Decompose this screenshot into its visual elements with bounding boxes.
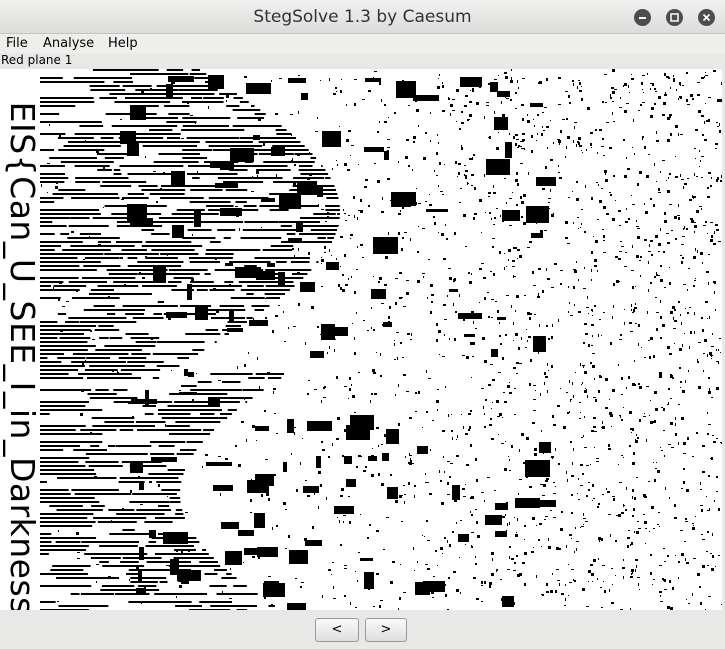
- image-viewer: EIS{Can_U_SEE_I_in_Darkness}: [0, 69, 722, 610]
- menu-analyse[interactable]: Analyse: [43, 34, 94, 53]
- window-title: StegSolve 1.3 by Caesum: [253, 7, 472, 27]
- menu-file[interactable]: File: [6, 34, 28, 53]
- next-plane-button[interactable]: >: [365, 618, 407, 642]
- bit-plane-image: [40, 69, 722, 610]
- menu-help[interactable]: Help: [108, 34, 138, 53]
- navigation-bar: < >: [0, 610, 725, 649]
- title-bar: StegSolve 1.3 by Caesum: [0, 0, 725, 34]
- hidden-flag-text: EIS{Can_U_SEE_I_in_Darkness}: [3, 101, 42, 610]
- previous-plane-button[interactable]: <: [315, 618, 359, 642]
- menu-bar: File Analyse Help: [0, 34, 725, 53]
- close-icon[interactable]: [698, 9, 715, 26]
- maximize-icon[interactable]: [666, 9, 683, 26]
- plane-label: Red plane 1: [1, 53, 73, 67]
- minimize-icon[interactable]: [634, 9, 651, 26]
